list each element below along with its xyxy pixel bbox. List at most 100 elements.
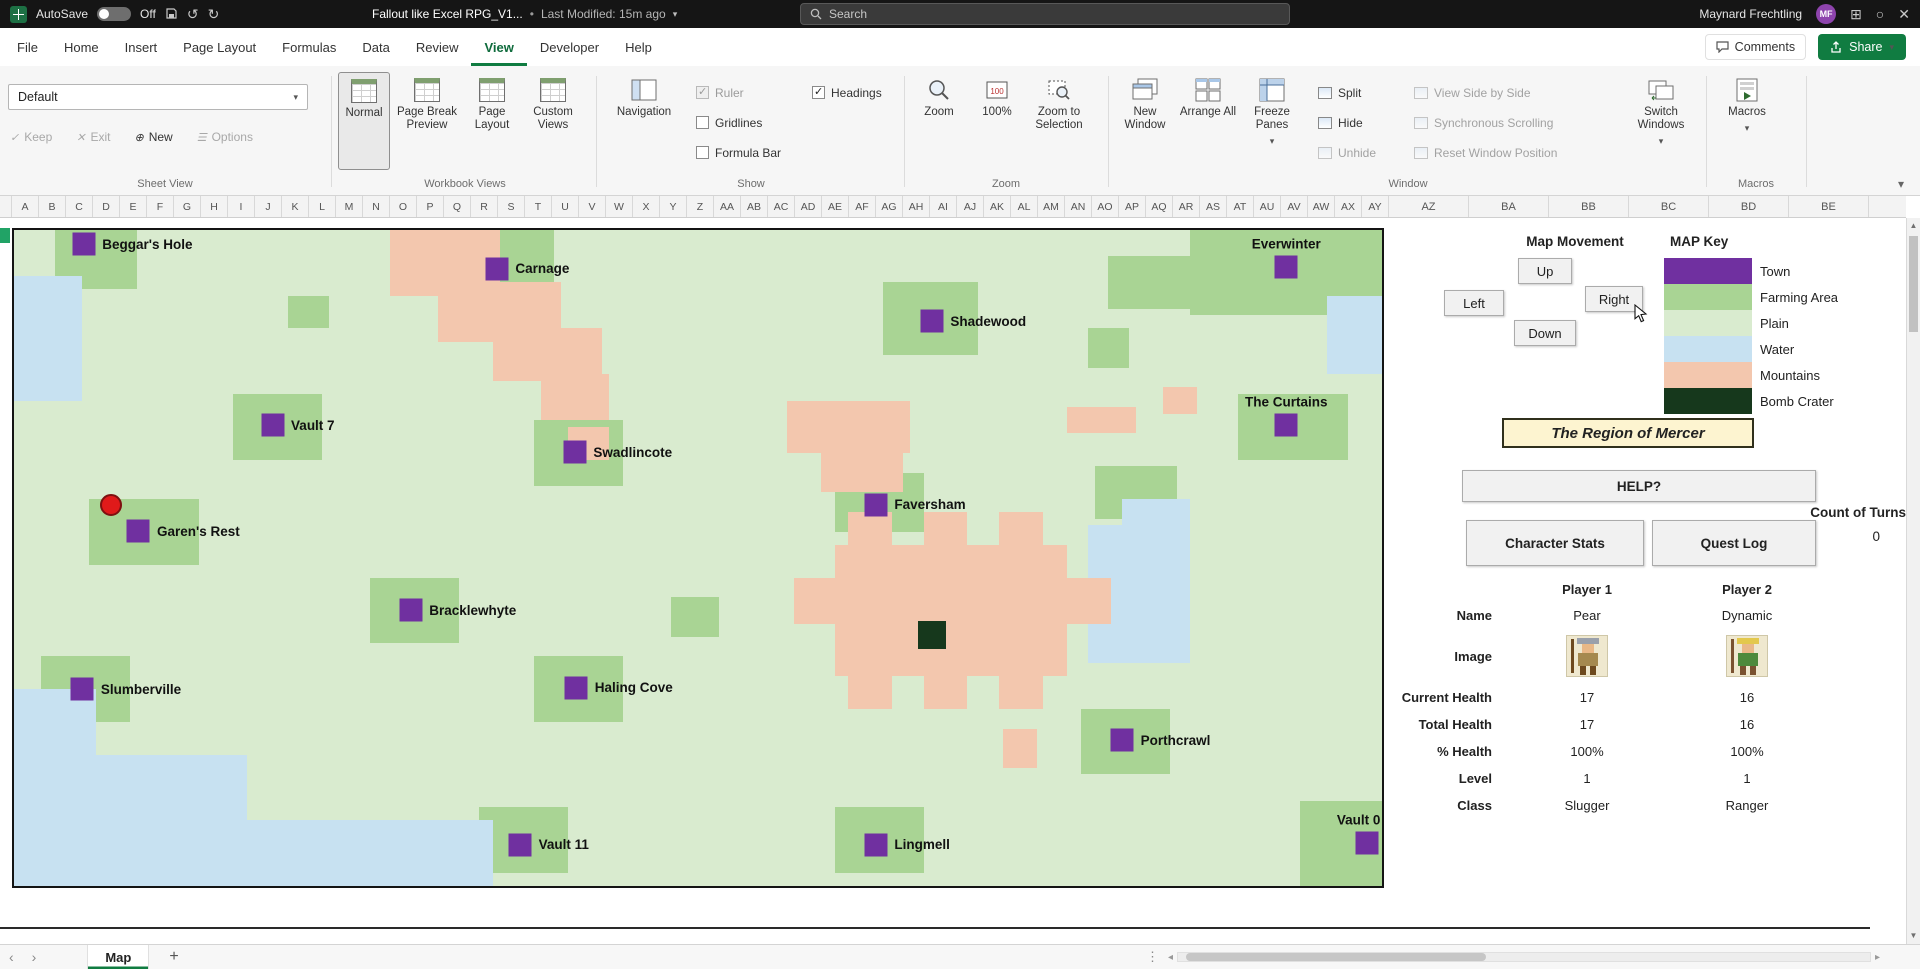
zoom-100-button[interactable]: 100 100%: [972, 72, 1022, 170]
column-header-s[interactable]: S: [498, 196, 525, 217]
column-header-v[interactable]: V: [579, 196, 606, 217]
user-name[interactable]: Maynard Frechtling: [1699, 7, 1802, 21]
column-header-ao[interactable]: AO: [1092, 196, 1119, 217]
column-header-p[interactable]: P: [417, 196, 444, 217]
switch-windows-button[interactable]: Switch Windows ▾: [1628, 72, 1694, 170]
column-header-ai[interactable]: AI: [930, 196, 957, 217]
move-left-button[interactable]: Left: [1444, 290, 1504, 316]
tab-developer[interactable]: Developer: [527, 28, 612, 66]
column-header-n[interactable]: N: [363, 196, 390, 217]
column-header-az[interactable]: AZ: [1389, 196, 1469, 217]
column-header-r[interactable]: R: [471, 196, 498, 217]
reset-window-position-button[interactable]: Reset Window Position: [1414, 144, 1557, 161]
horizontal-scroll-track[interactable]: [1177, 952, 1871, 962]
column-header-as[interactable]: AS: [1200, 196, 1227, 217]
vertical-scroll-thumb[interactable]: [1909, 236, 1918, 332]
freeze-panes-button[interactable]: Freeze Panes ▾: [1240, 72, 1304, 170]
move-down-button[interactable]: Down: [1514, 320, 1576, 346]
column-header-o[interactable]: O: [390, 196, 417, 217]
column-header-au[interactable]: AU: [1254, 196, 1281, 217]
column-header-ax[interactable]: AX: [1335, 196, 1362, 217]
scroll-down-icon[interactable]: ▼: [1907, 928, 1920, 944]
character-stats-button[interactable]: Character Stats: [1466, 520, 1644, 566]
column-header-av[interactable]: AV: [1281, 196, 1308, 217]
sheet-nav-left-icon[interactable]: ‹: [0, 949, 23, 965]
avatar[interactable]: MF: [1816, 4, 1836, 24]
quest-log-button[interactable]: Quest Log: [1652, 520, 1816, 566]
tab-home[interactable]: Home: [51, 28, 112, 66]
view-page-layout-button[interactable]: Page Layout: [464, 72, 520, 170]
horizontal-scroll-thumb[interactable]: [1186, 953, 1486, 961]
scroll-up-icon[interactable]: ▲: [1907, 218, 1920, 234]
column-header-al[interactable]: AL: [1011, 196, 1038, 217]
new-sheet-view-button[interactable]: ⊕New: [134, 130, 172, 144]
vertical-scrollbar[interactable]: ▲ ▼: [1906, 218, 1920, 944]
share-button[interactable]: Share ▾: [1818, 34, 1906, 60]
sheet-tab-map[interactable]: Map: [87, 945, 149, 969]
search-input[interactable]: Search: [800, 3, 1290, 25]
zoom-button[interactable]: Zoom: [910, 72, 968, 170]
column-header-b[interactable]: B: [39, 196, 66, 217]
excel-app-icon[interactable]: [10, 6, 27, 23]
view-page-break-preview-button[interactable]: Page Break Preview: [393, 72, 461, 170]
column-header-j[interactable]: J: [255, 196, 282, 217]
column-header-z[interactable]: Z: [687, 196, 714, 217]
tab-formulas[interactable]: Formulas: [269, 28, 349, 66]
column-header-k[interactable]: K: [282, 196, 309, 217]
zoom-to-selection-button[interactable]: Zoom to Selection: [1026, 72, 1092, 170]
column-header-f[interactable]: F: [147, 196, 174, 217]
comments-button[interactable]: Comments: [1705, 34, 1806, 60]
column-header-aa[interactable]: AA: [714, 196, 741, 217]
column-header-ar[interactable]: AR: [1173, 196, 1200, 217]
scroll-right-icon[interactable]: ▸: [1875, 952, 1880, 963]
macros-button[interactable]: Macros ▾: [1718, 72, 1776, 170]
sheet-nav-right-icon[interactable]: ›: [23, 949, 46, 965]
tab-insert[interactable]: Insert: [112, 28, 171, 66]
view-normal-button[interactable]: Normal: [338, 72, 390, 170]
tab-help[interactable]: Help: [612, 28, 665, 66]
column-header-at[interactable]: AT: [1227, 196, 1254, 217]
column-header-t[interactable]: T: [525, 196, 552, 217]
drag-handle-icon[interactable]: ⋮: [1146, 949, 1159, 965]
tab-view[interactable]: View: [471, 28, 526, 66]
column-header-m[interactable]: M: [336, 196, 363, 217]
view-custom-views-button[interactable]: Custom Views: [523, 72, 583, 170]
options-button[interactable]: ☰Options: [197, 130, 253, 144]
unhide-button[interactable]: Unhide: [1318, 144, 1376, 161]
horizontal-scrollbar[interactable]: ◂ ▸: [1168, 949, 1880, 965]
column-header-be[interactable]: BE: [1789, 196, 1869, 217]
column-header-e[interactable]: E: [120, 196, 147, 217]
column-header-bc[interactable]: BC: [1629, 196, 1709, 217]
column-header-aj[interactable]: AJ: [957, 196, 984, 217]
column-header-u[interactable]: U: [552, 196, 579, 217]
hide-button[interactable]: Hide: [1318, 114, 1376, 131]
new-window-button[interactable]: New Window: [1114, 72, 1176, 170]
column-header-q[interactable]: Q: [444, 196, 471, 217]
column-header-ae[interactable]: AE: [822, 196, 849, 217]
column-header-l[interactable]: L: [309, 196, 336, 217]
undo-icon[interactable]: ↺: [187, 7, 199, 21]
column-header-h[interactable]: H: [201, 196, 228, 217]
column-header-ag[interactable]: AG: [876, 196, 903, 217]
column-header-ap[interactable]: AP: [1119, 196, 1146, 217]
save-icon[interactable]: [165, 7, 178, 22]
column-header-ah[interactable]: AH: [903, 196, 930, 217]
sheet-view-dropdown[interactable]: Default ▾: [8, 84, 308, 110]
keep-button[interactable]: ✓Keep: [10, 130, 52, 144]
column-header-ad[interactable]: AD: [795, 196, 822, 217]
document-title[interactable]: Fallout like Excel RPG_V1... • Last Modi…: [372, 0, 677, 28]
help-button[interactable]: HELP?: [1462, 470, 1816, 502]
arrange-all-button[interactable]: Arrange All: [1178, 72, 1238, 170]
synchronous-scrolling-button[interactable]: Synchronous Scrolling: [1414, 114, 1557, 131]
checkbox-ruler[interactable]: Ruler: [696, 84, 781, 101]
tab-data[interactable]: Data: [349, 28, 402, 66]
scroll-left-icon[interactable]: ◂: [1168, 952, 1173, 963]
collapse-ribbon-icon[interactable]: ▾: [1898, 177, 1904, 191]
tab-page-layout[interactable]: Page Layout: [170, 28, 269, 66]
apps-grid-icon[interactable]: ⊞: [1850, 7, 1862, 21]
column-header-aw[interactable]: AW: [1308, 196, 1335, 217]
map-region[interactable]: Beggar's HoleCarnageShadewoodEverwinterV…: [12, 228, 1384, 888]
checkbox-headings[interactable]: Headings: [812, 84, 882, 101]
redo-icon[interactable]: ↻: [208, 7, 220, 21]
exit-button[interactable]: ✕Exit: [76, 130, 110, 144]
